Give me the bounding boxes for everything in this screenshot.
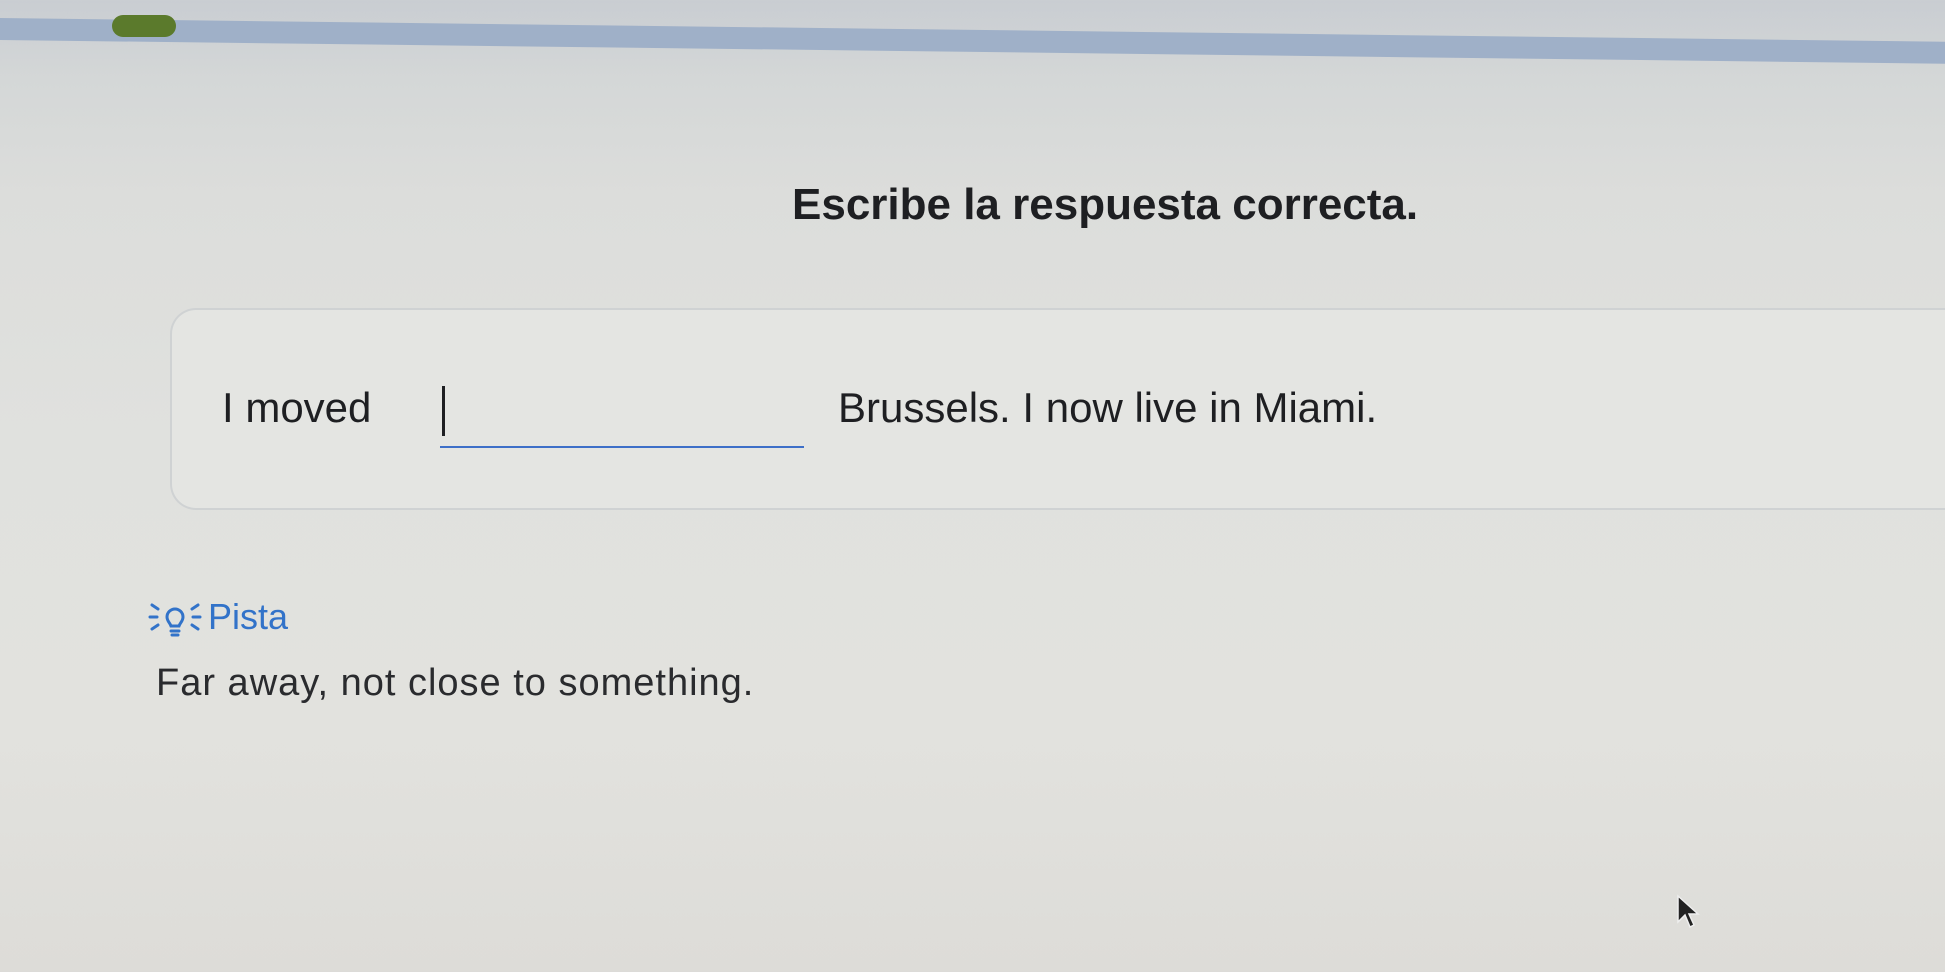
hint-toggle[interactable]: Pista	[148, 595, 288, 639]
text-caret	[442, 386, 445, 436]
answer-input[interactable]	[440, 378, 804, 448]
sentence-text-after: Brussels. I now live in Miami.	[838, 384, 1378, 431]
lightbulb-icon	[148, 603, 202, 637]
exercise-prompt: Escribe la respuesta correcta.	[792, 180, 1419, 229]
sentence-text-before: I moved	[222, 384, 372, 431]
mouse-pointer-icon	[1677, 894, 1700, 929]
progress-bar-track	[0, 18, 1945, 64]
hint-text: Far away, not close to something.	[156, 662, 755, 704]
progress-bar-fill	[112, 15, 176, 37]
hint-label: Pista	[208, 596, 289, 637]
